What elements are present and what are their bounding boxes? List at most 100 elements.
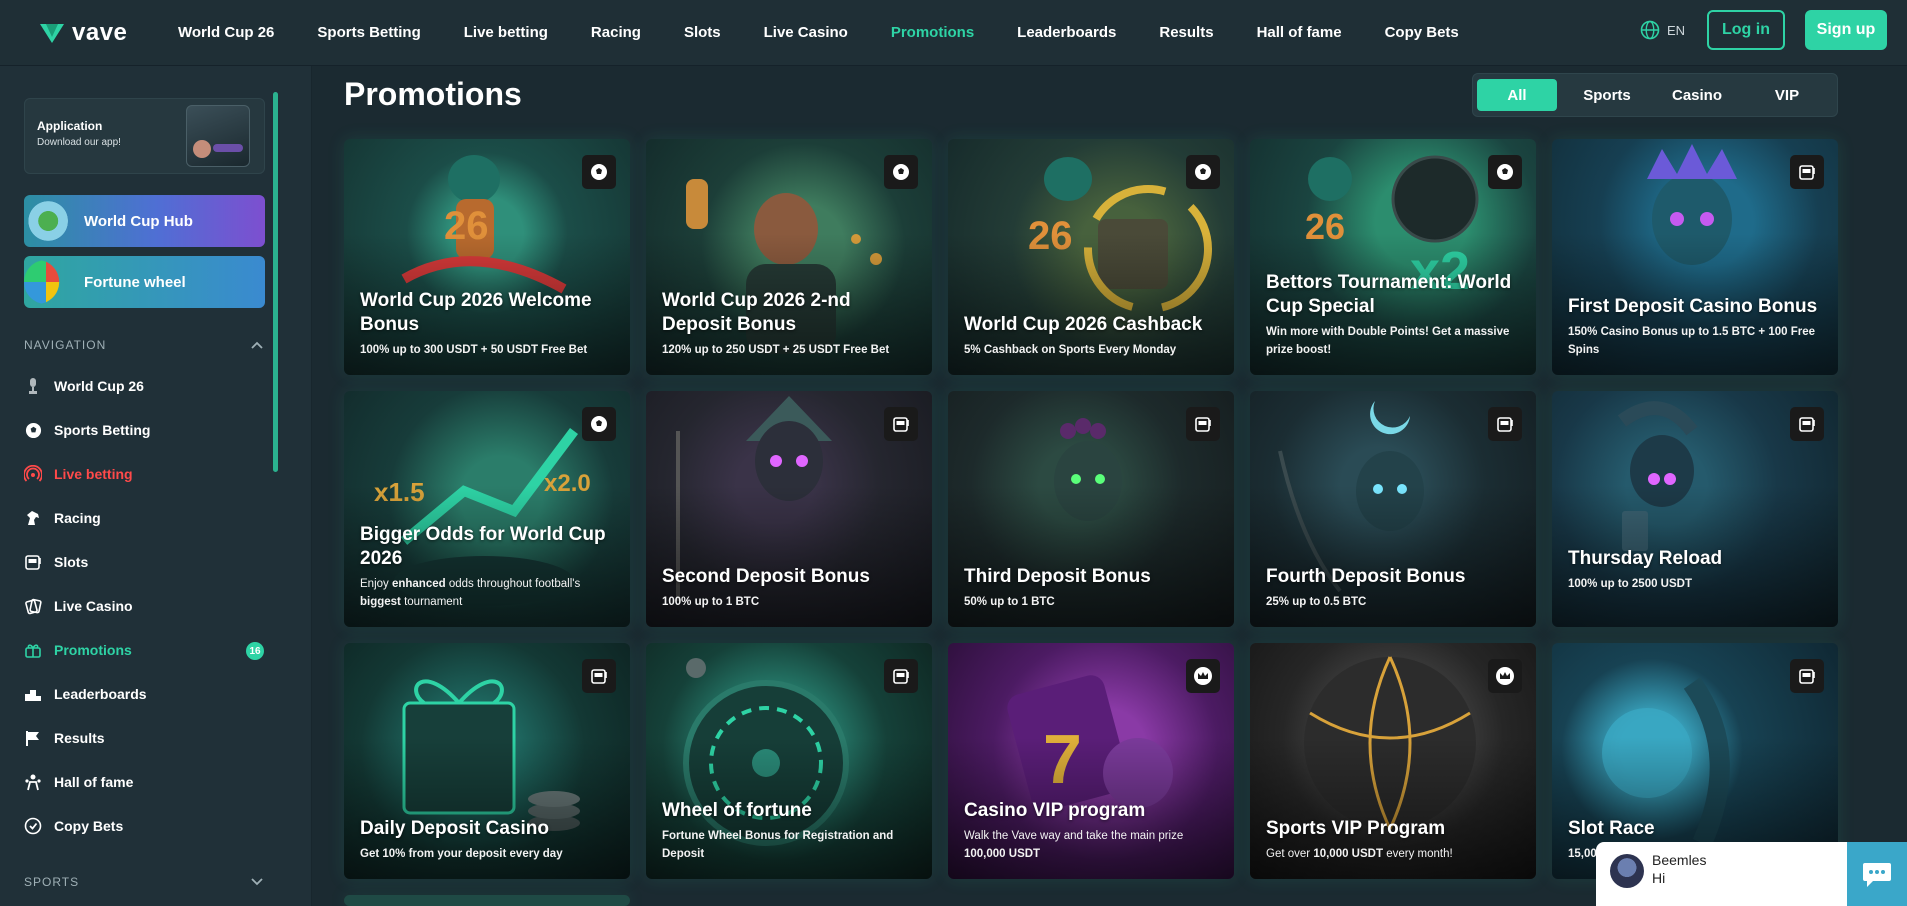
filter-tab-all[interactable]: All xyxy=(1477,79,1557,111)
promo-card-subtitle: 100% up to 2500 USDT xyxy=(1568,578,1692,590)
podium-icon xyxy=(24,685,42,703)
soccer-ball-icon xyxy=(582,407,616,441)
promo-card-title: Second Deposit Bonus xyxy=(662,566,870,587)
signup-button[interactable]: Sign up xyxy=(1805,10,1887,50)
logo[interactable]: vave xyxy=(38,19,178,47)
promo-card[interactable]: Wheel of fortune Fortune Wheel Bonus for… xyxy=(646,643,932,879)
sidebar-item-results[interactable]: Results xyxy=(24,723,264,753)
sidebar-item-sports-betting[interactable]: Sports Betting xyxy=(24,415,264,445)
world-cup-hub-tile[interactable]: World Cup Hub xyxy=(24,195,265,247)
promo-card[interactable]: 26 World Cup 2026 Welcome Bonus 100% up … xyxy=(344,139,630,375)
nav-copy-bets[interactable]: Copy Bets xyxy=(1385,24,1459,41)
nav-results[interactable]: Results xyxy=(1159,24,1213,41)
slot-machine-icon xyxy=(1790,659,1824,693)
slot-machine-icon xyxy=(1790,407,1824,441)
language-selector[interactable]: EN xyxy=(1640,20,1685,40)
nav-live-betting[interactable]: Live betting xyxy=(464,24,548,41)
nav-hall-of-fame[interactable]: Hall of fame xyxy=(1257,24,1342,41)
fortune-wheel-tile[interactable]: Fortune wheel xyxy=(24,256,265,308)
sidebar-item-hall-of-fame[interactable]: Hall of fame xyxy=(24,767,264,797)
open-chat-button[interactable] xyxy=(1847,842,1907,906)
promo-card[interactable]: World Cup 2026 2-nd Deposit Bonus 120% u… xyxy=(646,139,932,375)
page-title: Promotions xyxy=(344,76,522,112)
live-signal-icon xyxy=(24,465,42,483)
nav-world-cup-26[interactable]: World Cup 26 xyxy=(178,24,274,41)
promo-card[interactable]: 26 World Cup 2026 Cashback 5% Cashback o… xyxy=(948,139,1234,375)
sidebar-scrollbar[interactable] xyxy=(273,92,278,472)
nav-promotions[interactable]: Promotions xyxy=(891,24,974,41)
sidebar-item-leaderboards[interactable]: Leaderboards xyxy=(24,679,264,709)
sidebar-item-slots[interactable]: Slots xyxy=(24,547,264,577)
nav-sports-betting[interactable]: Sports Betting xyxy=(317,24,420,41)
promo-card-title: Third Deposit Bonus xyxy=(964,566,1151,587)
promo-card[interactable]: Fourth Deposit Bonus 25% up to 0.5 BTC xyxy=(1250,391,1536,627)
sidebar-item-label: Hall of fame xyxy=(54,774,134,790)
promo-card[interactable]: x226 Bettors Tournament: World Cup Speci… xyxy=(1250,139,1536,375)
chat-bubble-icon xyxy=(1863,863,1891,887)
promo-card[interactable]: Thursday Reload 100% up to 2500 USDT xyxy=(1552,391,1838,627)
promo-card-title: Thursday Reload xyxy=(1568,548,1723,569)
filter-tab-casino[interactable]: Casino xyxy=(1657,79,1737,111)
chat-agent-name: Beemles xyxy=(1652,852,1707,868)
stadium-icon xyxy=(24,199,68,243)
filter-tab-sports[interactable]: Sports xyxy=(1567,79,1647,111)
slot-machine-icon xyxy=(1790,155,1824,189)
slot-machine-icon xyxy=(582,659,616,693)
promo-card-subtitle: Get over 10,000 USDT every month! xyxy=(1266,848,1453,860)
language-code: EN xyxy=(1666,22,1685,38)
soccer-ball-icon xyxy=(24,421,42,439)
promo-card-partial[interactable] xyxy=(344,895,630,906)
promo-card[interactable]: Daily Deposit Casino Get 10% from your d… xyxy=(344,643,630,879)
sidebar-item-copy-bets[interactable]: Copy Bets xyxy=(24,811,264,841)
globe-icon xyxy=(1640,20,1660,40)
nav-racing[interactable]: Racing xyxy=(591,24,641,41)
cards-icon xyxy=(24,597,42,615)
main-nav: World Cup 26 Sports Betting Live betting… xyxy=(178,24,1502,41)
slot-machine-icon xyxy=(1186,407,1220,441)
promo-card-title: Casino VIP program xyxy=(964,800,1146,821)
promo-card[interactable]: First Deposit Casino Bonus 150% Casino B… xyxy=(1552,139,1838,375)
gift-icon xyxy=(24,641,42,659)
copy-bets-icon xyxy=(24,817,42,835)
promo-card-title: First Deposit Casino Bonus xyxy=(1568,296,1818,317)
sidebar-item-label: Racing xyxy=(54,510,101,526)
promo-card-subtitle: Fortune Wheel Bonus for Registration and… xyxy=(662,830,894,860)
promo-card[interactable]: Sports VIP Program Get over 10,000 USDT … xyxy=(1250,643,1536,879)
world-cup-hub-label: World Cup Hub xyxy=(84,212,193,230)
promo-card[interactable]: Second Deposit Bonus 100% up to 1 BTC xyxy=(646,391,932,627)
slot-machine-icon xyxy=(24,553,42,571)
promo-card-title: Bigger Odds for World Cup 2026 xyxy=(360,524,606,569)
sidebar-item-label: Live betting xyxy=(54,466,133,482)
main-content: Promotions All Sports Casino VIP 26 Worl… xyxy=(312,66,1907,906)
flag-icon xyxy=(24,729,42,747)
promo-card-subtitle: 5% Cashback on Sports Every Monday xyxy=(964,344,1177,356)
promo-card[interactable]: Third Deposit Bonus 50% up to 1 BTC xyxy=(948,391,1234,627)
sidebar-item-live-casino[interactable]: Live Casino xyxy=(24,591,264,621)
chevron-down-icon[interactable] xyxy=(250,875,264,889)
nav-slots[interactable]: Slots xyxy=(684,24,721,41)
vave-logo-icon xyxy=(40,23,64,43)
promo-card[interactable]: x1.5x2.0 Bigger Odds for World Cup 2026 … xyxy=(344,391,630,627)
sidebar-item-world-cup-26[interactable]: World Cup 26 xyxy=(24,371,264,401)
promo-card-subtitle: 100% up to 1 BTC xyxy=(662,596,760,608)
sidebar-item-promotions[interactable]: Promotions 16 xyxy=(24,635,264,665)
promotion-filter-tabs: All Sports Casino VIP xyxy=(1472,73,1838,117)
app-download-card[interactable]: Application Download our app! xyxy=(24,98,265,174)
people-icon xyxy=(24,773,42,791)
chevron-up-icon[interactable] xyxy=(250,338,264,352)
login-button[interactable]: Log in xyxy=(1707,10,1785,50)
promo-card[interactable]: 7 Casino VIP program Walk the Vave way a… xyxy=(948,643,1234,879)
sidebar-item-label: Sports Betting xyxy=(54,422,151,438)
sidebar-item-racing[interactable]: Racing xyxy=(24,503,264,533)
promo-card-subtitle: 25% up to 0.5 BTC xyxy=(1266,596,1367,608)
sidebar-item-label: World Cup 26 xyxy=(54,378,144,394)
sidebar-item-label: Slots xyxy=(54,554,89,570)
filter-tab-vip[interactable]: VIP xyxy=(1747,79,1827,111)
app-card-subtitle: Download our app! xyxy=(37,137,121,148)
promo-card-subtitle: 50% up to 1 BTC xyxy=(964,596,1055,608)
chat-widget[interactable]: Beemles Hi xyxy=(1596,842,1907,906)
nav-leaderboards[interactable]: Leaderboards xyxy=(1017,24,1116,41)
promo-card-subtitle: Enjoy enhanced odds throughout football'… xyxy=(360,578,581,608)
nav-live-casino[interactable]: Live Casino xyxy=(764,24,848,41)
sidebar-item-live-betting[interactable]: Live betting xyxy=(24,459,264,489)
